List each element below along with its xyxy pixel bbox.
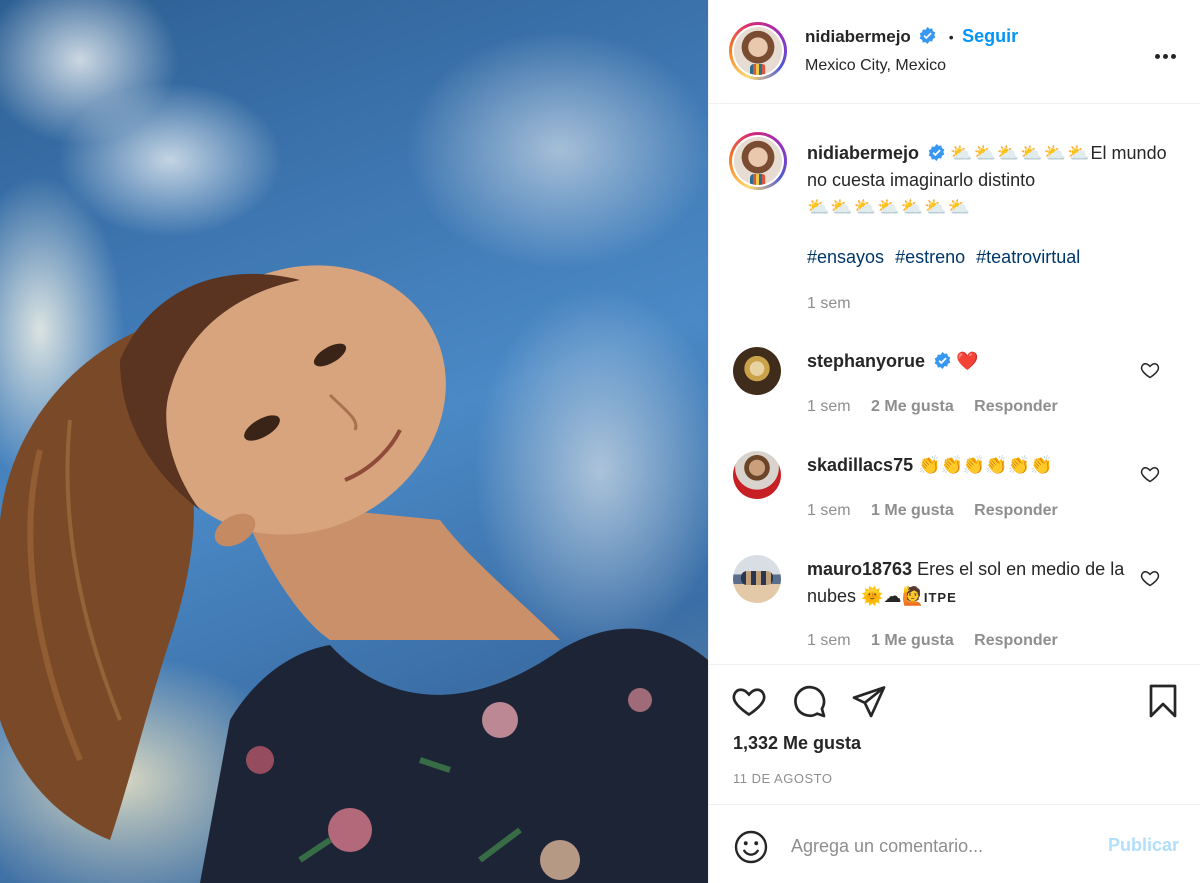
caption-leading-emojis: ⛅⛅⛅⛅⛅⛅	[950, 143, 1091, 163]
comment-meta: 1 sem 1 Me gusta Responder	[807, 632, 1074, 650]
post-date[interactable]: 11 DE AGOSTO	[733, 771, 832, 786]
post-location[interactable]: Mexico City, Mexico	[805, 57, 946, 75]
share-icon[interactable]	[851, 683, 887, 719]
comment-meta: 1 sem 2 Me gusta Responder	[807, 398, 1074, 416]
comment-username[interactable]: stephanyorue	[807, 351, 925, 371]
comment-time[interactable]: 1 sem	[807, 398, 851, 415]
caption-author-avatar[interactable]	[729, 132, 787, 190]
post-photo[interactable]	[0, 0, 708, 883]
emoji-smile-icon[interactable]	[733, 829, 769, 865]
caption-trailing-emojis: ⛅⛅⛅⛅⛅⛅⛅	[807, 197, 971, 217]
post-details-panel: nidiabermejo • Seguir Mexico City, Mexic…	[708, 0, 1200, 883]
caption-time[interactable]: 1 sem	[807, 295, 851, 312]
comment-item: skadillacs75 👏👏👏👏👏👏	[807, 452, 1137, 479]
commenter-avatar[interactable]	[733, 555, 781, 603]
comment-likes[interactable]: 2 Me gusta	[871, 398, 954, 415]
photo-illustration	[0, 265, 708, 883]
follow-button[interactable]: Seguir	[962, 26, 1018, 46]
caption-meta: 1 sem	[807, 295, 867, 313]
caption-username[interactable]: nidiabermejo	[807, 143, 919, 163]
separator-dot: •	[948, 29, 954, 45]
comment-time[interactable]: 1 sem	[807, 632, 851, 649]
verified-badge-icon	[919, 27, 936, 44]
author-info: nidiabermejo • Seguir	[805, 26, 1018, 47]
post-actions: 1,332 Me gusta 11 DE AGOSTO	[709, 664, 1200, 804]
likes-count[interactable]: 1,332 Me gusta	[733, 733, 861, 754]
save-bookmark-icon[interactable]	[1145, 683, 1181, 719]
commenter-avatar[interactable]	[733, 347, 781, 395]
commenter-avatar[interactable]	[733, 451, 781, 499]
comment-input[interactable]	[791, 831, 1091, 861]
publish-button[interactable]: Publicar	[1108, 835, 1179, 856]
verified-badge-icon	[934, 352, 951, 369]
comment-username[interactable]: skadillacs75	[807, 455, 913, 475]
hashtag-link[interactable]: #teatrovirtual	[976, 247, 1080, 267]
reply-button[interactable]: Responder	[974, 632, 1058, 649]
author-avatar[interactable]	[729, 22, 787, 80]
caption-hashtags: #ensayos #estreno #teatrovirtual	[807, 247, 1086, 268]
comment-likes[interactable]: 1 Me gusta	[871, 502, 954, 519]
comment-time[interactable]: 1 sem	[807, 502, 851, 519]
comment-item: stephanyorue ❤️	[807, 348, 1137, 375]
heart-outline-icon[interactable]	[1140, 568, 1160, 588]
verified-badge-icon	[928, 144, 945, 161]
comment-text: 👏👏👏👏👏👏	[918, 455, 1053, 475]
comment-meta: 1 sem 1 Me gusta Responder	[807, 502, 1074, 520]
reply-button[interactable]: Responder	[974, 502, 1058, 519]
comment-item: mauro18763 Eres el sol en medio de la nu…	[807, 556, 1127, 611]
like-heart-icon[interactable]	[731, 683, 767, 719]
more-options-icon[interactable]	[1155, 46, 1179, 59]
comment-suffix: ITPE	[923, 590, 957, 605]
post-caption: nidiabermejo ⛅⛅⛅⛅⛅⛅El mundo no cuesta im…	[807, 140, 1177, 221]
comment-likes[interactable]: 1 Me gusta	[871, 632, 954, 649]
comment-text: ❤️	[956, 351, 979, 371]
hashtag-link[interactable]: #ensayos	[807, 247, 884, 267]
heart-outline-icon[interactable]	[1140, 360, 1160, 380]
add-comment-bar: Publicar	[709, 804, 1200, 883]
reply-button[interactable]: Responder	[974, 398, 1058, 415]
post-header: nidiabermejo • Seguir Mexico City, Mexic…	[709, 0, 1200, 104]
hashtag-link[interactable]: #estreno	[895, 247, 965, 267]
comment-icon[interactable]	[791, 683, 827, 719]
heart-outline-icon[interactable]	[1140, 464, 1160, 484]
comment-username[interactable]: mauro18763	[807, 559, 912, 579]
author-username[interactable]: nidiabermejo	[805, 27, 911, 46]
